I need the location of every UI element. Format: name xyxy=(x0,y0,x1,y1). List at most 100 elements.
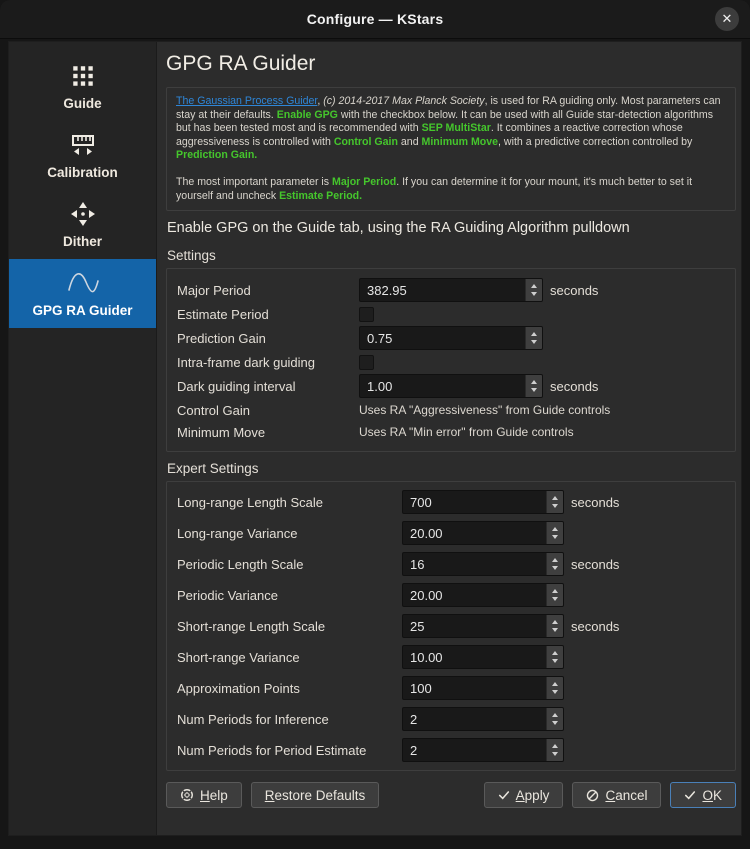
title-bar[interactable]: Configure — KStars ✕ xyxy=(0,0,750,39)
short-range-variance-spinbox[interactable] xyxy=(402,645,564,669)
spin-down-icon[interactable] xyxy=(552,659,558,663)
long-range-length-scale-spinbox[interactable] xyxy=(402,490,564,514)
cancel-slash-icon xyxy=(586,789,599,802)
spin-down-icon[interactable] xyxy=(552,597,558,601)
spinner-buttons[interactable] xyxy=(546,615,563,637)
major-period-spinbox[interactable] xyxy=(359,278,543,302)
spin-up-icon[interactable] xyxy=(552,558,558,562)
num-periods-inference-input[interactable] xyxy=(403,708,546,730)
short-range-variance-input[interactable] xyxy=(403,646,546,668)
spin-down-icon[interactable] xyxy=(531,292,537,296)
short-range-variance-row: Short-range Variance xyxy=(177,645,725,669)
periodic-length-scale-spinbox[interactable] xyxy=(402,552,564,576)
approximation-points-input[interactable] xyxy=(403,677,546,699)
enable-gpg-highlight: Enable GPG xyxy=(277,109,338,121)
sidebar-item-dither[interactable]: Dither xyxy=(9,190,156,259)
minimum-move-note: Uses RA "Min error" from Guide controls xyxy=(359,425,574,439)
spin-down-icon[interactable] xyxy=(552,504,558,508)
sidebar: Guide Calibration xyxy=(9,42,157,835)
num-periods-period-estimate-input[interactable] xyxy=(403,739,546,761)
help-lifering-icon xyxy=(180,788,194,802)
spin-down-icon[interactable] xyxy=(552,535,558,539)
copyright-text: (c) 2014-2017 Max Planck Society xyxy=(323,95,484,107)
long-range-variance-spinbox[interactable] xyxy=(402,521,564,545)
spin-down-icon[interactable] xyxy=(552,721,558,725)
long-range-length-scale-row: Long-range Length Scale seconds xyxy=(177,490,725,514)
long-range-variance-row: Long-range Variance xyxy=(177,521,725,545)
periodic-variance-spinbox[interactable] xyxy=(402,583,564,607)
spinner-buttons[interactable] xyxy=(525,375,542,397)
prediction-gain-spinbox[interactable] xyxy=(359,326,543,350)
spin-up-icon[interactable] xyxy=(552,589,558,593)
num-periods-period-estimate-spinbox[interactable] xyxy=(402,738,564,762)
control-gain-note: Uses RA "Aggressiveness" from Guide cont… xyxy=(359,403,610,417)
major-period-input[interactable] xyxy=(360,279,525,301)
spin-up-icon[interactable] xyxy=(552,496,558,500)
control-gain-row: Control Gain Uses RA "Aggressiveness" fr… xyxy=(177,399,725,421)
spinner-buttons[interactable] xyxy=(546,646,563,668)
dark-guiding-interval-input[interactable] xyxy=(360,375,525,397)
spin-up-icon[interactable] xyxy=(552,682,558,686)
spinner-buttons[interactable] xyxy=(546,739,563,761)
help-button[interactable]: Help xyxy=(166,782,242,808)
spin-down-icon[interactable] xyxy=(552,690,558,694)
spin-up-icon[interactable] xyxy=(531,332,537,336)
spinner-buttons[interactable] xyxy=(546,491,563,513)
gaussian-process-guider-link[interactable]: The Gaussian Process Guider xyxy=(176,95,317,107)
spin-up-icon[interactable] xyxy=(552,620,558,624)
minimum-move-label: Minimum Move xyxy=(177,425,359,440)
description-text: , with a predictive correction controlle… xyxy=(498,136,692,148)
page-title: GPG RA Guider xyxy=(166,52,736,76)
long-range-variance-input[interactable] xyxy=(403,522,546,544)
prediction-gain-highlight: Prediction Gain. xyxy=(176,149,257,161)
intra-frame-dark-guiding-checkbox[interactable] xyxy=(359,355,374,370)
spinner-buttons[interactable] xyxy=(546,553,563,575)
spinner-buttons[interactable] xyxy=(546,677,563,699)
num-periods-inference-spinbox[interactable] xyxy=(402,707,564,731)
spin-down-icon[interactable] xyxy=(552,752,558,756)
spinner-buttons[interactable] xyxy=(525,279,542,301)
spin-up-icon[interactable] xyxy=(552,651,558,655)
spinner-buttons[interactable] xyxy=(546,708,563,730)
prediction-gain-input[interactable] xyxy=(360,327,525,349)
periodic-length-scale-input[interactable] xyxy=(403,553,546,575)
spin-down-icon[interactable] xyxy=(531,388,537,392)
estimate-period-row: Estimate Period xyxy=(177,303,725,325)
close-button[interactable]: ✕ xyxy=(715,7,739,31)
spinner-buttons[interactable] xyxy=(525,327,542,349)
spin-down-icon[interactable] xyxy=(552,566,558,570)
dialog-button-row: Help Restore Defaults Apply xyxy=(166,782,736,808)
periodic-variance-row: Periodic Variance xyxy=(177,583,725,607)
dark-guiding-interval-spinbox[interactable] xyxy=(359,374,543,398)
ok-button[interactable]: OK xyxy=(670,782,736,808)
approximation-points-spinbox[interactable] xyxy=(402,676,564,700)
restore-defaults-button[interactable]: Restore Defaults xyxy=(251,782,380,808)
spinner-buttons[interactable] xyxy=(546,584,563,606)
sidebar-item-gpg-ra-guider[interactable]: GPG RA Guider xyxy=(9,259,156,328)
periodic-variance-input[interactable] xyxy=(403,584,546,606)
short-range-length-scale-input[interactable] xyxy=(403,615,546,637)
spin-up-icon[interactable] xyxy=(552,744,558,748)
sidebar-item-calibration[interactable]: Calibration xyxy=(9,121,156,190)
spin-down-icon[interactable] xyxy=(552,628,558,632)
intra-frame-dark-guiding-label: Intra-frame dark guiding xyxy=(177,355,359,370)
prediction-gain-label: Prediction Gain xyxy=(177,331,359,346)
long-range-length-scale-input[interactable] xyxy=(403,491,546,513)
cancel-button[interactable]: Cancel xyxy=(572,782,661,808)
intra-frame-dark-guiding-row: Intra-frame dark guiding xyxy=(177,351,725,373)
spin-up-icon[interactable] xyxy=(531,284,537,288)
ruler-icon xyxy=(69,130,97,160)
spinner-buttons[interactable] xyxy=(546,522,563,544)
restore-defaults-button-label: Restore Defaults xyxy=(265,788,366,803)
sidebar-item-guide[interactable]: Guide xyxy=(9,52,156,121)
seconds-unit-label: seconds xyxy=(550,379,598,394)
description-box: The Gaussian Process Guider, (c) 2014-20… xyxy=(166,87,736,211)
spin-up-icon[interactable] xyxy=(552,713,558,717)
spin-down-icon[interactable] xyxy=(531,340,537,344)
apply-button[interactable]: Apply xyxy=(484,782,564,808)
long-range-length-scale-label: Long-range Length Scale xyxy=(177,495,402,510)
short-range-length-scale-spinbox[interactable] xyxy=(402,614,564,638)
spin-up-icon[interactable] xyxy=(552,527,558,531)
spin-up-icon[interactable] xyxy=(531,380,537,384)
estimate-period-checkbox[interactable] xyxy=(359,307,374,322)
